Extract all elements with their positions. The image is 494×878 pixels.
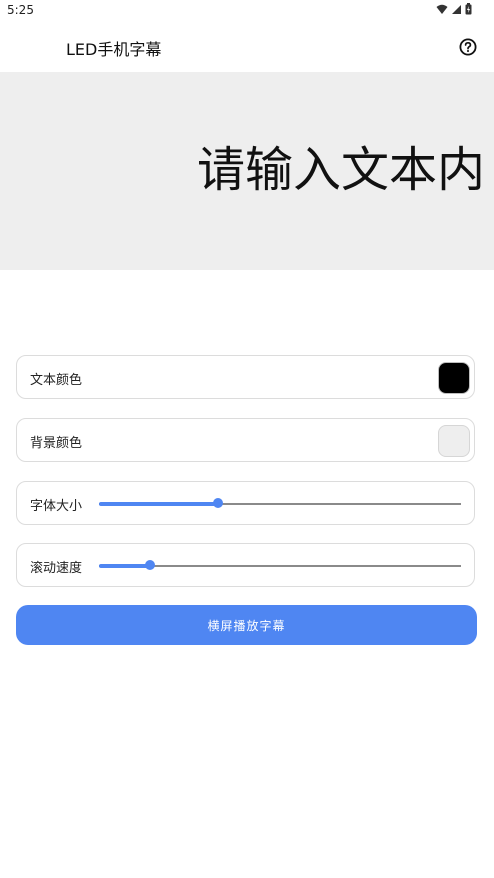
text-color-label: 文本颜色 <box>30 373 83 388</box>
background-color-swatch[interactable] <box>438 425 470 457</box>
font-size-slider-fill <box>99 502 219 506</box>
text-color-swatch[interactable] <box>438 362 470 394</box>
scroll-speed-card: 滚动速度 <box>16 543 475 587</box>
wifi-icon <box>436 4 448 14</box>
help-icon <box>459 38 477 56</box>
subtitle-preview: 请输入文本内 <box>0 72 494 270</box>
help-button[interactable] <box>457 36 479 58</box>
font-size-slider-thumb[interactable] <box>213 498 224 508</box>
font-size-slider[interactable] <box>99 498 461 508</box>
scroll-speed-slider-fill <box>99 564 150 568</box>
landscape-play-button[interactable]: 横屏播放字幕 <box>16 605 477 645</box>
app-title: LED手机字幕 <box>66 40 162 59</box>
preview-text: 请输入文本内 <box>197 142 486 198</box>
font-size-label: 字体大小 <box>30 499 83 514</box>
app-bar: LED手机字幕 <box>0 22 494 72</box>
scroll-speed-label: 滚动速度 <box>30 561 83 576</box>
font-size-card: 字体大小 <box>16 481 475 525</box>
status-bar: 5:25 <box>0 0 494 22</box>
battery-icon <box>465 3 472 15</box>
status-time: 5:25 <box>7 3 34 17</box>
text-color-card: 文本颜色 <box>16 355 475 399</box>
signal-icon <box>452 4 461 14</box>
scroll-speed-slider[interactable] <box>99 560 461 570</box>
status-icons <box>436 3 472 15</box>
scroll-speed-slider-thumb[interactable] <box>144 560 155 570</box>
background-color-label: 背景颜色 <box>30 436 83 451</box>
background-color-card: 背景颜色 <box>16 418 475 462</box>
